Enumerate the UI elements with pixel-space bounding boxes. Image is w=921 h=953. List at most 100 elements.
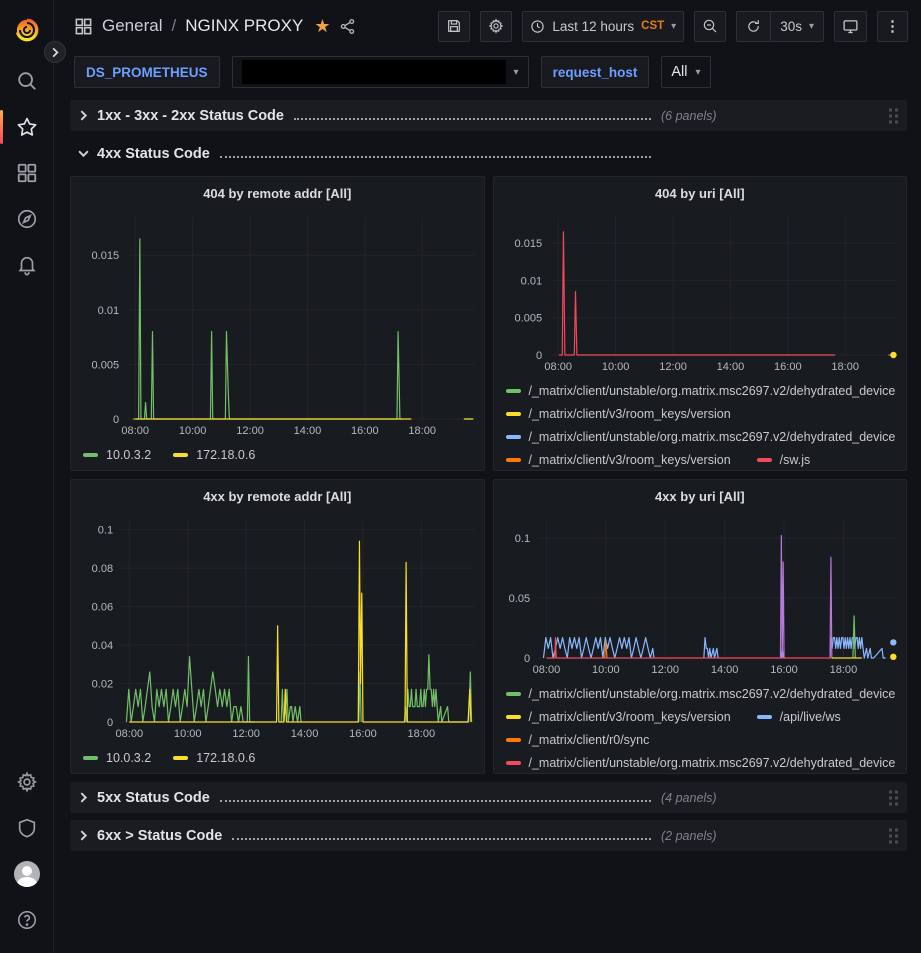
legend-series-swatch xyxy=(506,412,521,416)
gear-icon xyxy=(16,771,38,793)
variables-bar: DS_PROMETHEUS ▾ request_host All ▾ xyxy=(54,52,921,92)
dashboard-toolbar: Last 12 hours CST ▾ 30s xyxy=(438,11,908,42)
legend-item[interactable]: /_matrix/client/unstable/org.matrix.msc2… xyxy=(506,756,896,770)
row-drag-handle[interactable] xyxy=(889,108,898,123)
request-host-value: All xyxy=(671,64,687,80)
nav-sidebar xyxy=(0,0,54,953)
sidebar-item-search[interactable] xyxy=(0,58,54,104)
row-header-1xx-3xx-2xx[interactable]: 1xx - 3xx - 2xx Status Code (6 panels) xyxy=(70,100,907,131)
time-range-label: Last 12 hours xyxy=(552,19,634,34)
chart-404-by-remote-addr[interactable]: 00.0050.010.01508:0010:0012:0014:0016:00… xyxy=(71,209,484,439)
share-button[interactable] xyxy=(339,18,356,35)
legend-item[interactable]: /_matrix/client/unstable/org.matrix.msc2… xyxy=(506,430,896,444)
legend-item[interactable]: /sw.js xyxy=(757,453,811,467)
legend-item[interactable]: /_matrix/client/v3/room_keys/version xyxy=(506,453,731,467)
svg-text:08:00: 08:00 xyxy=(121,425,149,437)
sidebar-item-alerting[interactable] xyxy=(0,242,54,288)
panel-title[interactable]: 4xx by uri [All] xyxy=(494,486,907,512)
svg-text:0.1: 0.1 xyxy=(98,525,113,537)
tv-mode-button[interactable] xyxy=(834,11,867,42)
sidebar-item-server-admin[interactable] xyxy=(0,805,54,851)
svg-text:0.04: 0.04 xyxy=(92,640,113,652)
save-dashboard-button[interactable] xyxy=(438,11,470,42)
row-drag-handle[interactable] xyxy=(889,790,898,805)
legend-row: /_matrix/client/v3/room_keys/version/api… xyxy=(506,705,903,728)
legend-row: /_matrix/client/unstable/org.matrix.msc2… xyxy=(506,751,903,773)
svg-text:14:00: 14:00 xyxy=(710,664,738,676)
favorite-star-icon[interactable]: ★ xyxy=(314,16,330,37)
row-title: 1xx - 3xx - 2xx Status Code xyxy=(97,108,284,124)
sidebar-item-profile[interactable] xyxy=(0,851,54,897)
time-range-picker[interactable]: Last 12 hours CST ▾ xyxy=(522,11,684,42)
refresh-interval-picker[interactable]: 30s ▾ xyxy=(770,12,823,41)
panel-legend: /_matrix/client/unstable/org.matrix.msc2… xyxy=(494,375,907,470)
dashboard-settings-button[interactable] xyxy=(480,11,512,42)
svg-text:14:00: 14:00 xyxy=(294,425,322,437)
panel-title[interactable]: 404 by uri [All] xyxy=(494,183,907,209)
legend-row: 10.0.3.2 172.18.0.6 xyxy=(83,746,480,769)
dotted-leader xyxy=(220,800,651,802)
svg-text:0.05: 0.05 xyxy=(508,593,529,605)
legend-item[interactable]: /_matrix/client/v3/room_keys/version xyxy=(506,407,731,421)
dotted-leader xyxy=(294,118,651,120)
legend-series-swatch xyxy=(83,453,98,457)
legend-series-label: /api/live/ws xyxy=(780,710,841,724)
sidebar-item-dashboards[interactable] xyxy=(0,150,54,196)
sidebar-item-settings[interactable] xyxy=(0,759,54,805)
legend-series-label: /_matrix/client/unstable/org.matrix.msc2… xyxy=(529,384,896,398)
svg-text:0.01: 0.01 xyxy=(98,305,119,317)
zoom-out-button[interactable] xyxy=(694,11,726,42)
legend-item[interactable]: /_matrix/client/r0/sync xyxy=(506,733,650,747)
sidebar-item-help[interactable] xyxy=(0,897,54,943)
dashboards-grid-icon xyxy=(16,162,38,184)
row-header-6xx[interactable]: 6xx > Status Code (2 panels) xyxy=(70,820,907,851)
legend-series-label: /_matrix/client/v3/room_keys/version xyxy=(529,407,731,421)
legend-item[interactable]: /_matrix/client/v3/room_keys/version xyxy=(506,710,731,724)
legend-row: /_matrix/client/r0/sync xyxy=(506,728,903,751)
sidebar-item-starred[interactable] xyxy=(0,104,54,150)
chart-4xx-by-remote-addr[interactable]: 00.020.040.060.080.108:0010:0012:0014:00… xyxy=(71,512,484,742)
dotted-leader xyxy=(220,156,651,158)
panel-legend: /_matrix/client/unstable/org.matrix.msc2… xyxy=(494,678,907,773)
svg-text:08:00: 08:00 xyxy=(544,361,572,373)
chart-404-by-uri[interactable]: 00.0050.010.01508:0010:0012:0014:0016:00… xyxy=(494,209,907,375)
page-title: NGINX PROXY xyxy=(185,16,303,36)
chevron-down-icon: ▾ xyxy=(671,21,676,32)
legend-series-label: /_matrix/client/unstable/org.matrix.msc2… xyxy=(529,430,896,444)
dashboard-grid-icon xyxy=(74,17,93,36)
chart-4xx-by-uri[interactable]: 00.050.108:0010:0012:0014:0016:0018:00 xyxy=(494,512,907,678)
svg-text:0.015: 0.015 xyxy=(514,238,542,250)
legend-item[interactable]: 10.0.3.2 xyxy=(83,751,151,765)
chevron-right-icon xyxy=(78,830,89,841)
panel-title[interactable]: 4xx by remote addr [All] xyxy=(71,486,484,512)
variable-label-request-host: request_host xyxy=(541,56,650,88)
refresh-button[interactable] xyxy=(737,12,770,41)
request-host-select[interactable]: All ▾ xyxy=(661,56,710,88)
panel-title[interactable]: 404 by remote addr [All] xyxy=(71,183,484,209)
datasource-select[interactable]: ▾ xyxy=(232,56,529,88)
legend-series-label: /sw.js xyxy=(780,453,811,467)
legend-item[interactable]: 172.18.0.6 xyxy=(173,448,255,462)
legend-item[interactable]: /api/live/ws xyxy=(757,710,841,724)
dashboard-scroll-area[interactable]: 1xx - 3xx - 2xx Status Code (6 panels) 4… xyxy=(54,92,921,953)
svg-text:0: 0 xyxy=(536,350,542,362)
timezone-badge: CST xyxy=(641,20,664,32)
legend-series-label: 172.18.0.6 xyxy=(196,751,255,765)
svg-text:16:00: 16:00 xyxy=(351,425,379,437)
legend-series-swatch xyxy=(506,458,521,462)
legend-item[interactable]: /_matrix/client/unstable/org.matrix.msc2… xyxy=(506,687,896,701)
row-drag-handle[interactable] xyxy=(889,828,898,843)
legend-series-swatch xyxy=(757,458,772,462)
row-header-4xx[interactable]: 4xx Status Code xyxy=(70,138,907,169)
legend-item[interactable]: 10.0.3.2 xyxy=(83,448,151,462)
sidebar-item-explore[interactable] xyxy=(0,196,54,242)
grafana-logo[interactable] xyxy=(0,10,54,50)
breadcrumb-section[interactable]: General xyxy=(102,16,162,36)
clock-icon xyxy=(530,19,545,34)
kebab-menu-button[interactable]: ⋮ xyxy=(877,11,908,42)
legend-item[interactable]: /_matrix/client/unstable/org.matrix.msc2… xyxy=(506,384,896,398)
row-header-5xx[interactable]: 5xx Status Code (4 panels) xyxy=(70,782,907,813)
legend-item[interactable]: 172.18.0.6 xyxy=(173,751,255,765)
panel-legend: 10.0.3.2 172.18.0.6 xyxy=(71,742,484,773)
sidebar-expand-button[interactable] xyxy=(44,41,66,63)
